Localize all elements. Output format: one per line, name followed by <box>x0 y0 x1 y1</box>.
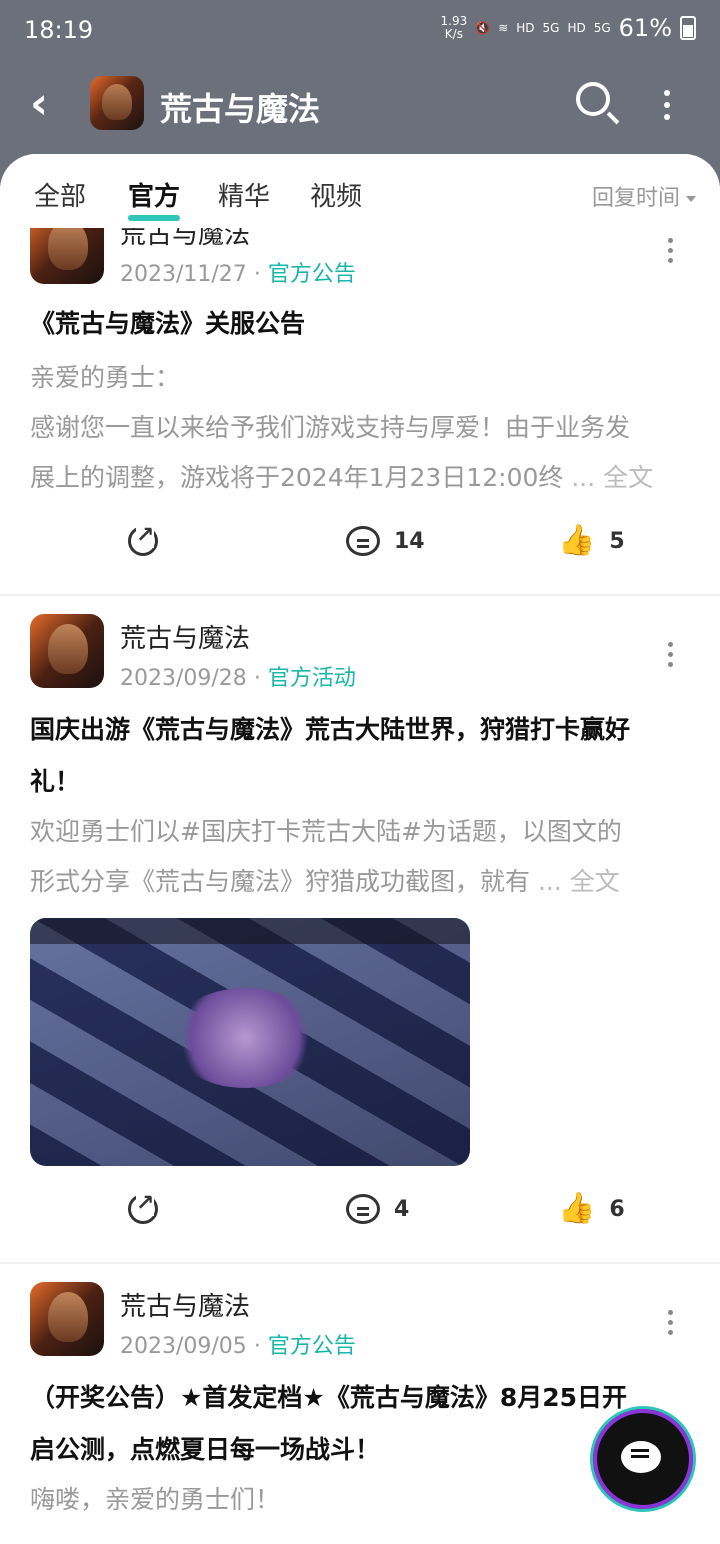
read-more-link[interactable]: ... 全文 <box>571 463 653 492</box>
share-icon <box>128 523 158 556</box>
tab-featured[interactable]: 精华 <box>218 176 270 213</box>
post-author[interactable]: 荒古与魔法 <box>120 618 250 655</box>
hd-label-2: HD <box>567 21 586 35</box>
post-more-icon[interactable] <box>668 1310 676 1340</box>
tab-official[interactable]: 官方 <box>128 176 181 221</box>
meta-separator: · <box>253 1334 261 1359</box>
avatar[interactable] <box>30 1282 104 1356</box>
post-date: 2023/09/28 <box>120 666 247 691</box>
comment-icon <box>346 1194 380 1224</box>
top-bar: ‹ 荒古与魔法 <box>0 62 720 152</box>
status-bar: 18:19 1.93 K/s 🔇 ≋ HD 5G HD 5G 61% <box>0 0 720 62</box>
post-body-line: 形式分享《荒古与魔法》狩猎成功截图，就有 ... 全文 <box>30 867 620 896</box>
divider <box>0 594 720 596</box>
battery-icon <box>680 16 696 40</box>
post-actions: 14 👍5 <box>0 523 720 576</box>
comment-count: 4 <box>394 1196 410 1222</box>
signal-label-2: 5G <box>593 21 611 35</box>
more-options-icon[interactable] <box>664 90 672 126</box>
content-sheet: 全部 官方 精华 视频 回复时间 荒古与魔法 2023/11/27 · 官方公告… <box>0 154 720 1544</box>
wifi-icon: ≋ <box>498 21 509 35</box>
like-button[interactable]: 👍 6 <box>558 1194 625 1224</box>
search-icon[interactable] <box>576 82 610 116</box>
share-button[interactable] <box>128 523 158 556</box>
avatar[interactable] <box>30 614 104 688</box>
post-tag[interactable]: 官方公告 <box>268 1334 356 1359</box>
post-more-icon[interactable] <box>668 642 676 672</box>
share-button[interactable] <box>128 1191 158 1224</box>
status-icons: 1.93 K/s 🔇 ≋ HD 5G HD 5G 61% <box>441 14 696 42</box>
signal-label-1: 5G <box>542 21 560 35</box>
post-body-line: 展上的调整，游戏将于2024年1月23日12:00终 ... 全文 <box>30 463 654 492</box>
post-body-line: 嗨喽，亲爱的勇士们！ <box>30 1485 281 1514</box>
comment-icon <box>346 526 380 556</box>
back-icon[interactable]: ‹ <box>30 82 48 126</box>
post-meta: 2023/11/27 · 官方公告 <box>120 256 356 288</box>
status-time: 18:19 <box>24 16 94 44</box>
post-date: 2023/11/27 <box>120 262 247 287</box>
divider <box>0 1262 720 1264</box>
comment-count: 14 <box>394 528 425 554</box>
tab-video[interactable]: 视频 <box>310 176 362 213</box>
post-body-line: 亲爱的勇士： <box>30 363 181 392</box>
post-tag[interactable]: 官方活动 <box>268 666 356 691</box>
sort-dropdown[interactable]: 回复时间 <box>592 180 696 212</box>
post-more-icon[interactable] <box>668 238 676 268</box>
meta-separator: · <box>253 262 261 287</box>
post-tag[interactable]: 官方公告 <box>268 262 356 287</box>
share-icon <box>128 1191 158 1224</box>
post-body-line: 欢迎勇士们以#国庆打卡荒古大陆#为话题，以图文的 <box>30 817 622 846</box>
comment-button[interactable]: 14 <box>346 526 425 556</box>
sort-label: 回复时间 <box>591 186 680 211</box>
chat-icon <box>621 1441 661 1473</box>
post-body-line: 感谢您一直以来给予我们游戏支持与厚爱！由于业务发 <box>30 413 631 442</box>
app-icon <box>90 76 144 130</box>
tab-all[interactable]: 全部 <box>34 176 86 213</box>
post-title[interactable]: 《荒古与魔法》关服公告 <box>30 298 690 350</box>
post-date: 2023/09/05 <box>120 1334 247 1359</box>
page-title: 荒古与魔法 <box>160 90 321 128</box>
tab-bar: 全部 官方 精华 视频 回复时间 <box>0 154 720 228</box>
post-actions: 4 👍6 <box>0 1191 720 1244</box>
post-author[interactable]: 荒古与魔法 <box>120 1286 250 1323</box>
post-title[interactable]: 国庆出游《荒古与魔法》荒古大陆世界，狩猎打卡赢好 礼！ <box>30 704 690 808</box>
battery-level: 61% <box>618 14 672 42</box>
meta-separator: · <box>253 666 261 691</box>
like-count: 6 <box>609 1196 625 1222</box>
caret-down-icon <box>686 196 696 202</box>
post-meta: 2023/09/28 · 官方活动 <box>120 660 356 692</box>
post-image[interactable] <box>30 918 470 1166</box>
mute-icon: 🔇 <box>475 21 491 35</box>
thumbs-up-icon: 👍 <box>558 1191 596 1226</box>
like-button[interactable]: 👍 5 <box>558 526 625 556</box>
like-count: 5 <box>609 528 625 554</box>
comment-button[interactable]: 4 <box>346 1194 409 1224</box>
net-speed: 1.93 K/s <box>440 14 468 41</box>
thumbs-up-icon: 👍 <box>558 523 596 558</box>
post-meta: 2023/09/05 · 官方公告 <box>120 1328 356 1360</box>
chat-fab[interactable] <box>590 1406 696 1512</box>
read-more-link[interactable]: ... 全文 <box>538 867 620 896</box>
hd-label-1: HD <box>516 21 535 35</box>
